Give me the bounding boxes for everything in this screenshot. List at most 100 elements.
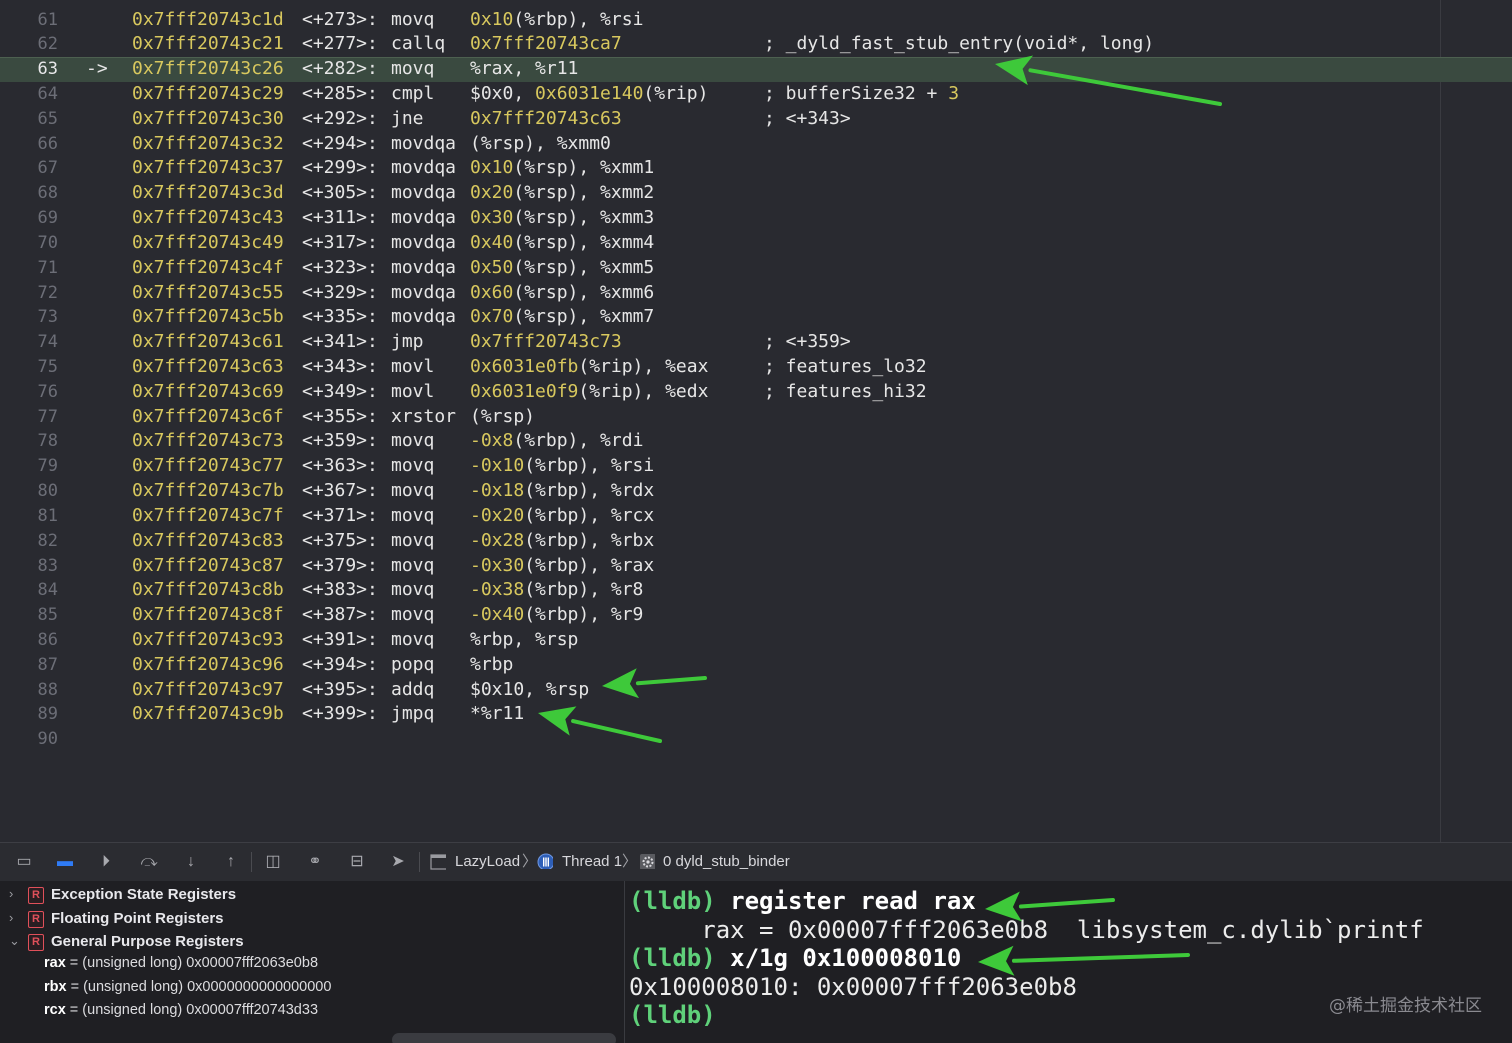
- continue-icon[interactable]: ⏵: [95, 852, 117, 872]
- disassembly-row[interactable]: 70 0x7fff20743c49 <+317>: movdqa 0x40(%rsp),…: [0, 231, 1512, 256]
- chevron-down-icon[interactable]: ⌄: [9, 933, 20, 949]
- chevron-right-icon[interactable]: ›: [9, 886, 13, 901]
- environment-overrides-icon[interactable]: ⊟: [346, 852, 368, 872]
- operand-token: (%rbp), %rax: [524, 554, 655, 576]
- disassembly-row[interactable]: 74 0x7fff20743c61 <+341>: jmp 0x7fff20743c73…: [0, 330, 1512, 355]
- register-row[interactable]: rcx = (unsigned long) 0x00007fff20743d33: [44, 1002, 318, 1025]
- operand-token: (%rip), %edx: [578, 380, 709, 402]
- breakpoints-toggle-icon[interactable]: ▬: [54, 852, 76, 872]
- simulate-location-icon[interactable]: ➤: [387, 852, 409, 872]
- thread-icon: [537, 853, 553, 869]
- toolbar-separator: [251, 852, 252, 872]
- operand-token: 0x20: [470, 182, 514, 204]
- console-prompt: (lldb): [629, 887, 716, 915]
- disassembly-row[interactable]: 80 0x7fff20743c7b <+367>: movq -0x18(%rbp), …: [0, 479, 1512, 504]
- operand-token: -0x40: [470, 604, 525, 626]
- operand-token: (%rbp), %rbx: [524, 529, 655, 551]
- instruction-mnemonic: movq: [391, 8, 435, 30]
- disassembly-row[interactable]: 86 0x7fff20743c93 <+391>: movq %rbp, %rsp: [0, 628, 1512, 653]
- console-prompt: (lldb): [629, 944, 716, 972]
- instruction-address: 0x7fff20743c61: [132, 331, 284, 353]
- breadcrumb-target[interactable]: LazyLoad: [455, 853, 520, 871]
- memory-graph-icon[interactable]: ⚭: [304, 852, 326, 872]
- instruction-comment: ; _dyld_fast_stub_entry(void*, long): [764, 32, 1154, 57]
- instruction-address: 0x7fff20743c43: [132, 207, 284, 229]
- register-group[interactable]: › R Exception State Registers: [0, 884, 624, 907]
- instruction-offset: <+317>:: [302, 231, 378, 253]
- disassembly-row[interactable]: 72 0x7fff20743c55 <+329>: movdqa 0x60(%rsp),…: [0, 281, 1512, 306]
- view-hierarchy-icon[interactable]: ◫: [262, 852, 284, 872]
- step-into-icon[interactable]: ↓: [180, 852, 202, 872]
- variables-filter-bar[interactable]: [392, 1033, 616, 1043]
- instruction-operands: -0x18(%rbp), %rdx: [470, 479, 654, 504]
- disassembly-row[interactable]: 88 0x7fff20743c97 <+395>: addq $0x10, %rsp: [0, 678, 1512, 703]
- register-group-label: General Purpose Registers: [51, 933, 244, 951]
- disassembly-row[interactable]: 67 0x7fff20743c37 <+299>: movdqa 0x10(%rsp),…: [0, 156, 1512, 181]
- toolbar-separator: [419, 852, 420, 872]
- disassembly-row[interactable]: 64 0x7fff20743c29 <+285>: cmpl $0x0, 0x6031e…: [0, 82, 1512, 107]
- step-out-icon[interactable]: ↑: [220, 852, 242, 872]
- disassembly-row[interactable]: 68 0x7fff20743c3d <+305>: movdqa 0x20(%rsp),…: [0, 181, 1512, 206]
- instruction-operands: *%r11: [470, 702, 524, 727]
- instruction-address: 0x7fff20743c21: [132, 33, 284, 55]
- instruction-offset: <+277>:: [302, 33, 378, 55]
- disassembly-row[interactable]: 71 0x7fff20743c4f <+323>: movdqa 0x50(%rsp),…: [0, 256, 1512, 281]
- hide-debug-area-icon[interactable]: ▭: [13, 852, 35, 872]
- line-number: 66: [37, 133, 58, 154]
- instruction-address: 0x7fff20743c8b: [132, 579, 284, 601]
- instruction-operands: 0x7fff20743c73: [470, 330, 622, 355]
- disassembly-row[interactable]: 73 0x7fff20743c5b <+335>: movdqa 0x70(%rsp),…: [0, 305, 1512, 330]
- instruction-mnemonic: movl: [391, 380, 435, 402]
- disassembly-row[interactable]: 81 0x7fff20743c7f <+371>: movq -0x20(%rbp), …: [0, 504, 1512, 529]
- instruction-operands: (%rsp), %xmm0: [470, 132, 611, 157]
- disassembly-editor[interactable]: 61 0x7fff20743c1d <+273>: movq 0x10(%rbp), %…: [0, 0, 1512, 842]
- disassembly-row[interactable]: 90: [0, 727, 1512, 752]
- instruction-operands: -0x40(%rbp), %r9: [470, 603, 643, 628]
- disassembly-row[interactable]: -> 63 0x7fff20743c26 <+282>: movq %rax, %r11: [0, 57, 1512, 82]
- operand-token: -0x20: [470, 504, 525, 526]
- breadcrumb-frame[interactable]: 0 dyld_stub_binder: [663, 853, 790, 871]
- console-line-5[interactable]: (lldb): [629, 1001, 716, 1030]
- disassembly-row[interactable]: 83 0x7fff20743c87 <+379>: movq -0x30(%rbp), …: [0, 554, 1512, 579]
- lldb-console[interactable]: (lldb) register read rax rax = 0x00007ff…: [625, 881, 1512, 1043]
- disassembly-row[interactable]: 61 0x7fff20743c1d <+273>: movq 0x10(%rbp), %…: [0, 8, 1512, 33]
- instruction-operands: $0x10, %rsp: [470, 678, 589, 703]
- instruction-mnemonic: movdqa: [391, 132, 457, 154]
- instruction-address: 0x7fff20743c69: [132, 380, 284, 402]
- line-number: 71: [37, 257, 58, 278]
- disassembly-row[interactable]: 78 0x7fff20743c73 <+359>: movq -0x8(%rbp), %…: [0, 429, 1512, 454]
- operand-token: -0x28: [470, 529, 525, 551]
- instruction-address: 0x7fff20743c9b: [132, 703, 284, 725]
- instruction-mnemonic: movq: [391, 504, 435, 526]
- instruction-operands: 0x70(%rsp), %xmm7: [470, 305, 654, 330]
- disassembly-row[interactable]: 65 0x7fff20743c30 <+292>: jne 0x7fff20743c63…: [0, 107, 1512, 132]
- disassembly-row[interactable]: 66 0x7fff20743c32 <+294>: movdqa (%rsp), %xm…: [0, 132, 1512, 157]
- disassembly-row[interactable]: 82 0x7fff20743c83 <+375>: movq -0x28(%rbp), …: [0, 529, 1512, 554]
- step-over-icon[interactable]: ⤼: [138, 852, 160, 872]
- disassembly-row[interactable]: 75 0x7fff20743c63 <+343>: movl 0x6031e0fb(%r…: [0, 355, 1512, 380]
- instruction-offset: <+323>:: [302, 256, 378, 278]
- chevron-right-icon[interactable]: ›: [9, 910, 13, 925]
- disassembly-row[interactable]: 87 0x7fff20743c96 <+394>: popq %rbp: [0, 653, 1512, 678]
- instruction-comment: ; bufferSize32 + 3: [764, 82, 959, 107]
- instruction-offset: <+273>:: [302, 8, 378, 30]
- register-row[interactable]: rbx = (unsigned long) 0x0000000000000000: [44, 979, 331, 1002]
- disassembly-row[interactable]: 69 0x7fff20743c43 <+311>: movdqa 0x30(%rsp),…: [0, 206, 1512, 231]
- breadcrumb-thread[interactable]: Thread 1: [562, 853, 622, 871]
- disassembly-row[interactable]: 77 0x7fff20743c6f <+355>: xrstor (%rsp): [0, 405, 1512, 430]
- register-group[interactable]: ⌄ R General Purpose Registers: [0, 931, 624, 954]
- variables-view[interactable]: › R Exception State Registers › R Floating Po…: [0, 881, 625, 1043]
- instruction-operands: 0x7fff20743ca7: [470, 32, 622, 57]
- disassembly-row[interactable]: 84 0x7fff20743c8b <+383>: movq -0x38(%rbp), …: [0, 578, 1512, 603]
- register-row[interactable]: rax = (unsigned long) 0x00007fff2063e0b8: [44, 955, 318, 978]
- disassembly-row[interactable]: 79 0x7fff20743c77 <+363>: movq -0x10(%rbp), …: [0, 454, 1512, 479]
- instruction-offset: <+379>:: [302, 554, 378, 576]
- disassembly-row[interactable]: 62 0x7fff20743c21 <+277>: callq 0x7fff20743c…: [0, 32, 1512, 57]
- instruction-offset: <+367>:: [302, 480, 378, 502]
- instruction-operands: -0x8(%rbp), %rdi: [470, 429, 643, 454]
- register-group[interactable]: › R Floating Point Registers: [0, 908, 624, 931]
- disassembly-row[interactable]: 85 0x7fff20743c8f <+387>: movq -0x40(%rbp), …: [0, 603, 1512, 628]
- instruction-operands: -0x28(%rbp), %rbx: [470, 529, 654, 554]
- disassembly-row[interactable]: 76 0x7fff20743c69 <+349>: movl 0x6031e0f9(%r…: [0, 380, 1512, 405]
- disassembly-row[interactable]: 89 0x7fff20743c9b <+399>: jmpq *%r11: [0, 702, 1512, 727]
